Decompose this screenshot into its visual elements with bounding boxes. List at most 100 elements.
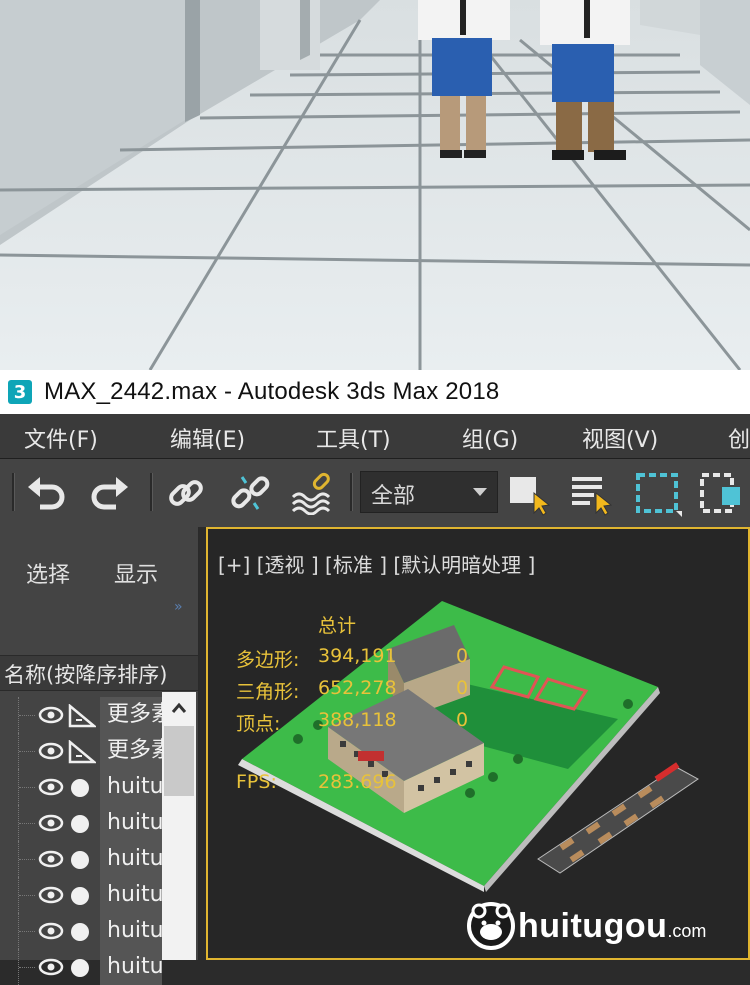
- scene-object-row[interactable]: 更多素: [0, 697, 162, 733]
- geometry-object-icon: [71, 887, 89, 905]
- visibility-eye-icon[interactable]: [38, 705, 64, 725]
- selection-filter-dropdown[interactable]: 全部: [360, 471, 498, 513]
- scrollbar-thumb[interactable]: [164, 726, 194, 796]
- visibility-toggle[interactable]: [38, 813, 64, 837]
- redo-button[interactable]: [86, 469, 134, 517]
- scene-model-preview: [238, 601, 699, 892]
- tree-connector: [18, 805, 37, 841]
- visibility-toggle[interactable]: [38, 741, 64, 765]
- object-type-icon: [68, 703, 98, 732]
- object-name[interactable]: huitu: [100, 841, 162, 877]
- visibility-toggle[interactable]: [38, 705, 64, 729]
- visibility-toggle[interactable]: [38, 957, 64, 981]
- undo-icon: [28, 477, 65, 510]
- visibility-toggle[interactable]: [38, 849, 64, 873]
- geometry-object-icon: [71, 779, 89, 797]
- scene-object-row[interactable]: huitu: [0, 769, 162, 805]
- scene-object-row[interactable]: huitu: [0, 949, 162, 985]
- stats-fps-value: 283.696: [318, 771, 397, 793]
- toolbar-separator: [150, 473, 153, 511]
- stats-polygons-label: 多边形:: [236, 649, 300, 671]
- tab-select[interactable]: 选择: [26, 557, 70, 589]
- tree-connector: [18, 769, 37, 805]
- object-name[interactable]: huitu: [100, 805, 162, 841]
- visibility-eye-icon[interactable]: [38, 885, 64, 905]
- menu-bar: 文件(F) 编辑(E) 工具(T) 组(G) 视图(V) 创: [0, 414, 750, 459]
- object-type-icon: [68, 920, 92, 948]
- visibility-toggle[interactable]: [38, 777, 64, 801]
- 3ds-max-app-icon: 3: [8, 380, 32, 404]
- stats-header: 总计: [318, 615, 357, 637]
- vertical-scrollbar[interactable]: [162, 692, 196, 960]
- window-crossing-button[interactable]: [698, 469, 746, 517]
- menu-tools[interactable]: 工具(T): [316, 422, 391, 454]
- rectangular-selection-region-button[interactable]: [634, 469, 682, 517]
- viewport-label-menu[interactable]: [+] [透视 ] [标准 ] [默认明暗处理 ]: [218, 549, 535, 578]
- link-icon: [169, 480, 203, 506]
- object-name[interactable]: 更多素: [100, 733, 162, 769]
- unlink-button[interactable]: [226, 469, 274, 517]
- tree-connector: [18, 841, 37, 877]
- menu-group[interactable]: 组(G): [462, 422, 518, 454]
- object-name[interactable]: huitu: [100, 877, 162, 913]
- stats-triangles-selected: 0: [456, 677, 469, 699]
- redo-icon: [91, 477, 128, 510]
- tree-connector: [18, 949, 37, 985]
- menu-create[interactable]: 创: [728, 422, 750, 454]
- visibility-eye-icon[interactable]: [38, 921, 64, 941]
- helper-object-icon: [68, 703, 98, 728]
- bind-space-warp-button[interactable]: [290, 469, 338, 517]
- visibility-eye-icon[interactable]: [38, 741, 64, 761]
- menu-views[interactable]: 视图(V): [582, 422, 658, 454]
- window-crossing-icon: [700, 473, 740, 513]
- scene-explorer-panel: 选择 显示 » 名称(按降序排序) 更多素更多素huituhuituhuituh…: [0, 527, 199, 985]
- object-name[interactable]: huitu: [100, 949, 162, 985]
- select-object-icon: [510, 477, 551, 516]
- scene-object-row[interactable]: huitu: [0, 841, 162, 877]
- visibility-eye-icon[interactable]: [38, 849, 64, 869]
- scene-object-row[interactable]: huitu: [0, 913, 162, 949]
- visibility-toggle[interactable]: [38, 921, 64, 945]
- link-button[interactable]: [162, 469, 210, 517]
- visibility-eye-icon[interactable]: [38, 813, 64, 833]
- render-preview-image: [0, 0, 750, 370]
- select-by-name-button[interactable]: [568, 469, 616, 517]
- expand-panel-icon[interactable]: »: [174, 599, 183, 615]
- scene-object-row[interactable]: huitu: [0, 805, 162, 841]
- object-type-icon: [68, 884, 92, 912]
- visibility-eye-icon[interactable]: [38, 957, 64, 977]
- geometry-object-icon: [71, 815, 89, 833]
- tree-connector: [18, 697, 37, 733]
- object-name[interactable]: huitu: [100, 769, 162, 805]
- visibility-eye-icon[interactable]: [38, 777, 64, 797]
- undo-button[interactable]: [22, 469, 70, 517]
- object-type-icon: [68, 739, 98, 768]
- select-by-name-icon: [572, 477, 613, 516]
- corridor-render: [0, 0, 750, 370]
- tab-display[interactable]: 显示: [114, 557, 158, 589]
- watermark-domain: .com: [667, 920, 707, 941]
- geometry-object-icon: [71, 851, 89, 869]
- menu-file[interactable]: 文件(F): [24, 422, 98, 454]
- select-object-button[interactable]: [504, 469, 552, 517]
- stats-triangles-value: 652,278: [318, 677, 397, 699]
- visibility-toggle[interactable]: [38, 885, 64, 909]
- stats-vertices-value: 388,118: [318, 709, 397, 731]
- stats-vertices-selected: 0: [456, 709, 469, 731]
- column-header-name[interactable]: 名称(按降序排序): [0, 655, 198, 691]
- object-name[interactable]: 更多素: [100, 697, 162, 733]
- window-title: MAX_2442.max - Autodesk 3ds Max 2018: [44, 378, 500, 405]
- scroll-up-arrow-icon[interactable]: [171, 702, 187, 714]
- stats-triangles-label: 三角形:: [236, 681, 300, 703]
- scene-object-row[interactable]: huitu: [0, 877, 162, 913]
- chevron-down-icon: [473, 488, 487, 496]
- stats-vertices-label: 顶点:: [236, 713, 281, 735]
- selection-filter-value: 全部: [371, 484, 416, 509]
- object-name[interactable]: huitu: [100, 913, 162, 949]
- tree-connector: [18, 877, 37, 913]
- scene-object-row[interactable]: 更多素: [0, 733, 162, 769]
- helper-object-icon: [68, 739, 98, 764]
- toolbar-separator: [12, 473, 15, 511]
- menu-edit[interactable]: 编辑(E): [170, 422, 245, 454]
- watermark-mascot-icon: [467, 902, 515, 950]
